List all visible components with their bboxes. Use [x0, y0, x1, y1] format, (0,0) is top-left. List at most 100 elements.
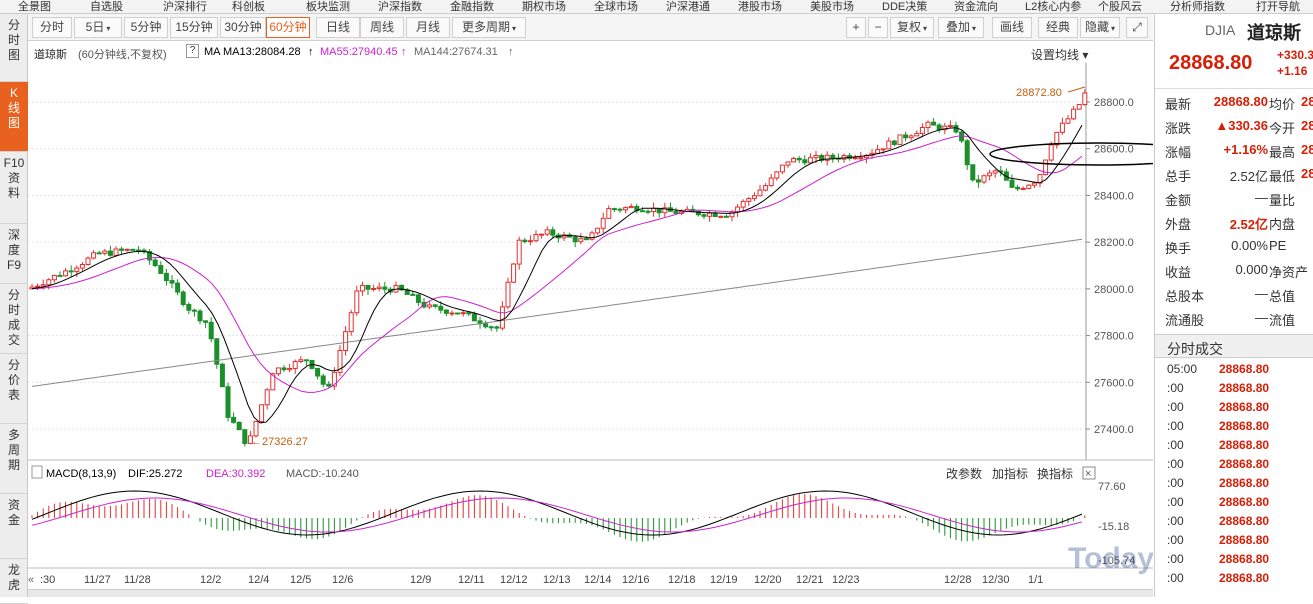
scroll-left-icon[interactable]: « — [28, 574, 34, 586]
quote-label: 内盘 — [1269, 217, 1296, 232]
quote-value: — — [1255, 190, 1268, 205]
macd-switch-indicator-button[interactable]: 换指标 — [1037, 466, 1073, 481]
chevron-down-icon: ▾ — [923, 24, 928, 33]
top-menu-item-17[interactable]: 打开导航 — [1256, 0, 1300, 13]
quote-value: +1.16% — [1223, 142, 1268, 157]
candle-body — [1059, 122, 1065, 133]
side-tab-3[interactable]: 深度 F9 — [0, 224, 28, 284]
tool-hide[interactable]: 隐藏 ▾ — [1080, 17, 1120, 38]
side-tab-char: 料 — [7, 186, 20, 200]
candle-body — [415, 294, 421, 303]
side-tab-2[interactable]: F10 资料 — [0, 152, 28, 224]
tool-draw[interactable]: 画线 — [992, 17, 1032, 38]
candle-body — [169, 280, 175, 284]
candle-body — [1031, 182, 1037, 186]
macd-add-indicator-button[interactable]: 加指标 — [992, 466, 1028, 481]
candle-body — [35, 285, 41, 288]
candle-body — [471, 313, 477, 322]
top-menu-item-5[interactable]: 沪深指数 — [378, 0, 422, 13]
period-4[interactable]: 30分钟 — [220, 17, 266, 38]
top-menu-item-12[interactable]: DDE决策 — [882, 0, 927, 13]
period-0[interactable]: 分时 — [32, 17, 72, 38]
candle-body — [113, 248, 119, 256]
candle-body — [768, 177, 774, 187]
y-tick-label: 27600.0 — [1094, 377, 1134, 389]
top-menu-item-15[interactable]: 个股风云 — [1098, 0, 1142, 13]
candle-body — [197, 310, 203, 322]
side-tab-5[interactable]: 分价表 — [0, 354, 28, 424]
candle-body — [253, 420, 259, 437]
period-6[interactable]: 日线 — [316, 17, 360, 38]
side-tab-8[interactable]: 龙虎 — [0, 559, 28, 604]
top-menu-item-1[interactable]: 自选股 — [90, 0, 123, 13]
expand-icon[interactable]: ⤢ — [1126, 17, 1148, 38]
period-3[interactable]: 15分钟 — [170, 17, 218, 38]
trade-row: :00 28868.80 — [1155, 512, 1313, 531]
candle-body — [1009, 179, 1015, 188]
top-menu-item-11[interactable]: 美股市场 — [810, 0, 854, 13]
tool-label: 画线 — [999, 20, 1024, 34]
side-tab-6[interactable]: 多周期 — [0, 424, 28, 494]
candle-body — [611, 208, 617, 211]
tool-minus[interactable]: − — [868, 17, 888, 38]
side-tab-char: 资 — [7, 171, 20, 185]
top-menu-item-6[interactable]: 金融指数 — [450, 0, 494, 13]
top-menu-item-13[interactable]: 资金流向 — [954, 0, 998, 13]
chart-period-desc: (60分钟线,不复权) — [78, 49, 167, 61]
quote-label: 总值 — [1269, 289, 1296, 304]
quote-value: 2.52亿 — [1229, 217, 1268, 232]
candle-body — [936, 124, 942, 131]
period-5[interactable]: 60分钟 — [266, 17, 310, 38]
candle-body — [102, 250, 108, 254]
top-menu-item-7[interactable]: 期权市场 — [522, 0, 566, 13]
kline-chart[interactable]: 28800.0 28600.0 28400.0 28200.0 28000.0 27800… — [28, 63, 1153, 589]
top-menu-item-16[interactable]: 分析师指数 — [1170, 0, 1225, 13]
candle-body — [91, 252, 97, 259]
quote-label: 金额 — [1165, 193, 1192, 208]
period-2[interactable]: 5分钟 — [124, 17, 168, 38]
candle-body — [303, 359, 309, 362]
side-tab-4[interactable]: 分时成交 — [0, 284, 28, 354]
top-menu-item-10[interactable]: 港股市场 — [738, 0, 782, 13]
y-tick-label: 27800.0 — [1094, 331, 1134, 343]
quote-value: ▲330.36 — [1215, 118, 1268, 133]
top-menu-item-8[interactable]: 全球市场 — [594, 0, 638, 13]
quote-value: 0.00% — [1231, 238, 1268, 253]
macd-dea: DEA:30.392 — [206, 468, 265, 480]
top-menu-item-0[interactable]: 全景图 — [18, 0, 51, 13]
candle-body — [460, 312, 466, 315]
candle-body — [931, 121, 937, 126]
ma-settings-button[interactable]: 设置均线 ▾ — [1031, 46, 1088, 63]
tool-classic[interactable]: 经典 — [1038, 17, 1078, 38]
period-7[interactable]: 周线 — [360, 17, 404, 38]
candle-body — [359, 284, 365, 292]
top-menu-item-14[interactable]: L2核心内参 — [1025, 0, 1081, 13]
top-menu-item-2[interactable]: 沪深排行 — [163, 0, 207, 13]
side-tab-1[interactable]: K线图 — [0, 82, 28, 152]
side-tab-7[interactable]: 资金 — [0, 494, 28, 559]
tool-label: + — [852, 20, 860, 34]
trade-time: :00 — [1167, 552, 1184, 566]
chart-info-bar: 道琼斯 (60分钟线,不复权) ? MA MA13:28084.28 ↑ MA5… — [28, 41, 1153, 63]
top-menu-item-3[interactable]: 科创板 — [232, 0, 265, 13]
period-9[interactable]: 更多周期 ▾ — [452, 17, 526, 38]
side-tab-char: 龙 — [7, 563, 20, 577]
macd-change-params-button[interactable]: 改参数 — [946, 466, 982, 481]
side-tab-0[interactable]: 分时图 — [0, 14, 28, 82]
candle-body — [79, 264, 85, 269]
help-icon[interactable]: ? — [186, 44, 199, 58]
tool-overlay[interactable]: 叠加 ▾ — [938, 17, 984, 38]
candle-body — [886, 140, 892, 150]
top-menu-item-9[interactable]: 沪深港通 — [666, 0, 710, 13]
tool-adjust[interactable]: 复权 ▾ — [890, 17, 934, 38]
period-8[interactable]: 月线 — [406, 17, 450, 38]
trade-price: 28868.80 — [1219, 362, 1270, 376]
top-menu-item-4[interactable]: 板块监测 — [306, 0, 350, 13]
tool-plus[interactable]: + — [846, 17, 866, 38]
quote-row: 换手 0.00% PE — [1155, 234, 1313, 258]
candle-body — [544, 229, 550, 235]
candle-body — [432, 304, 438, 307]
period-1[interactable]: 5日 ▾ — [74, 17, 122, 38]
candle-body — [225, 386, 231, 418]
candle-body — [191, 309, 197, 312]
